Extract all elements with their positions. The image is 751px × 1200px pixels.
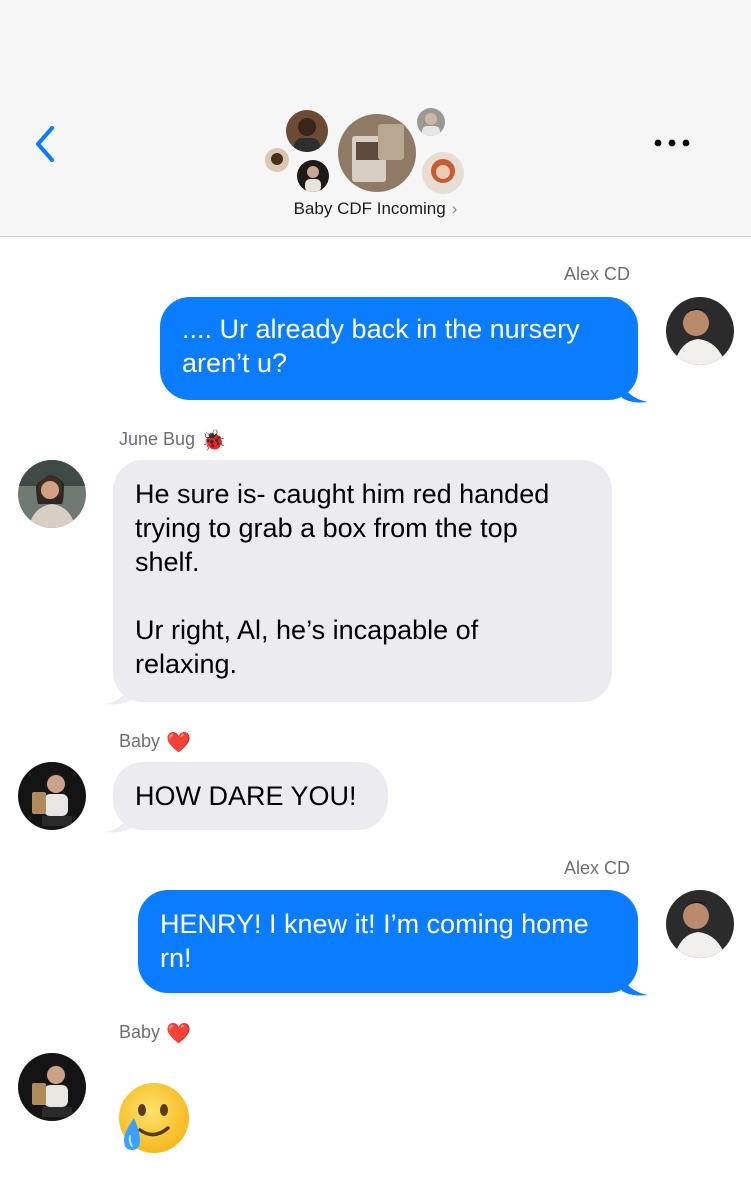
- chevron-left-icon: [36, 126, 54, 162]
- back-button[interactable]: [28, 122, 68, 166]
- sender-label: Baby ❤️: [119, 730, 191, 755]
- group-title[interactable]: Baby CDF Incoming ›: [0, 199, 751, 219]
- sender-name: Alex CD: [563, 264, 630, 284]
- group-member-avatar: [417, 108, 445, 136]
- group-member-avatar: [422, 152, 464, 194]
- bubble-tail: [620, 971, 648, 996]
- june-bug-avatar[interactable]: [18, 460, 86, 528]
- chevron-right-icon: ›: [451, 199, 458, 218]
- outgoing-message-bubble[interactable]: HENRY! I knew it! I’m coming home rn!: [138, 890, 638, 993]
- incoming-message-bubble[interactable]: He sure is- caught him red handed trying…: [113, 460, 612, 702]
- group-member-avatar: [297, 160, 329, 192]
- group-member-avatar: [265, 148, 289, 172]
- message-text: He sure is- caught him red handed trying…: [135, 479, 550, 679]
- sender-name: Alex CD: [563, 858, 630, 878]
- bubble-tail: [105, 680, 133, 705]
- group-member-avatar: [286, 110, 328, 152]
- ellipsis-icon: [654, 139, 690, 147]
- group-member-avatar: [338, 114, 416, 192]
- outgoing-message-bubble[interactable]: .... Ur already back in the nursery aren…: [160, 297, 638, 400]
- ladybug-icon: 🐞: [201, 430, 226, 452]
- sender-name: June Bug: [119, 429, 196, 449]
- smiling-face-with-tear-icon[interactable]: [114, 1080, 192, 1158]
- sender-name: Baby: [119, 731, 161, 751]
- incoming-message-bubble[interactable]: HOW DARE YOU!: [113, 762, 388, 830]
- conversation-header: Baby CDF Incoming ›: [0, 0, 751, 237]
- sender-label: Baby ❤️: [119, 1021, 191, 1046]
- sender-name: Baby: [119, 1022, 161, 1042]
- sender-label: Alex CD: [564, 858, 630, 879]
- sender-label: June Bug 🐞: [119, 428, 226, 453]
- sender-label: Alex CD: [564, 264, 630, 285]
- alex-avatar[interactable]: [666, 890, 734, 958]
- red-heart-icon: ❤️: [166, 732, 191, 754]
- baby-avatar[interactable]: [18, 762, 86, 830]
- red-heart-icon: ❤️: [166, 1023, 191, 1045]
- group-title-label: Baby CDF Incoming: [293, 199, 446, 218]
- message-text: HOW DARE YOU!: [135, 781, 357, 811]
- message-text: .... Ur already back in the nursery aren…: [182, 314, 580, 378]
- bubble-tail: [620, 378, 648, 403]
- alex-avatar[interactable]: [666, 297, 734, 365]
- more-options-button[interactable]: [648, 128, 696, 158]
- group-avatar-cluster[interactable]: [260, 104, 480, 196]
- baby-avatar[interactable]: [18, 1053, 86, 1121]
- bubble-tail: [105, 808, 133, 833]
- message-text: HENRY! I knew it! I’m coming home rn!: [160, 909, 589, 973]
